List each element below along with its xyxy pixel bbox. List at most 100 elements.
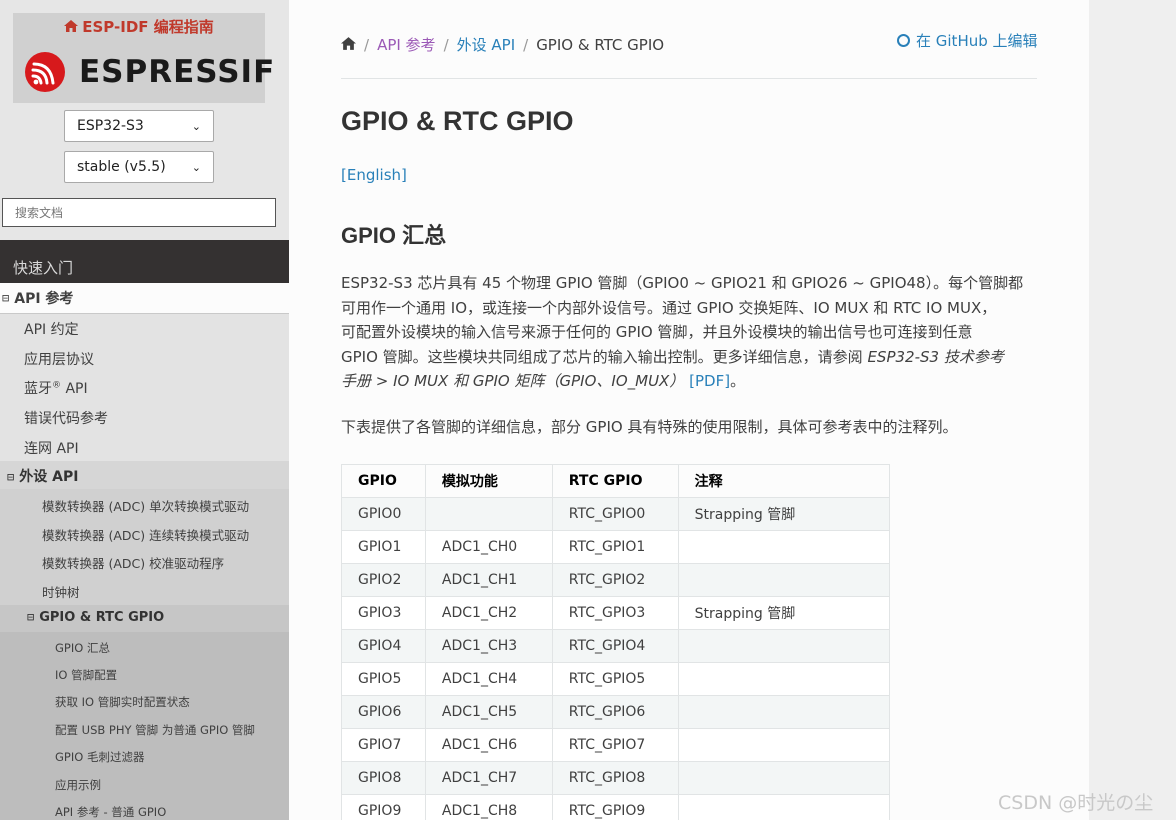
nav-item-label: API 参考 <box>14 291 74 307</box>
paragraph-text: 。 <box>730 372 746 391</box>
brand-title: ESP-IDF 编程指南 <box>82 18 214 36</box>
nav-api-children: API 约定 应用层协议 蓝牙® API 错误代码参考 连网 API <box>0 313 289 461</box>
nav-item-label: 外设 API <box>19 469 79 485</box>
chevron-down-icon: ⌄ <box>191 160 201 174</box>
table-body: GPIO0 RTC_GPIO0 Strapping 管脚 GPIO1 ADC1_CH0… <box>341 497 891 820</box>
table-cell: RTC_GPIO3 <box>551 596 679 630</box>
nav-item-error-codes[interactable]: 错误代码参考 <box>24 408 108 428</box>
nav-item-io-realtime-status[interactable]: 获取 IO 管脚实时配置状态 <box>55 694 190 710</box>
collapse-toggle-icon[interactable]: ⊟ <box>27 610 34 624</box>
target-select[interactable]: ESP32-S3 ⌄ <box>64 110 214 142</box>
table-row: GPIO4 ADC1_CH3 RTC_GPIO4 <box>341 629 891 663</box>
table-cell: ADC1_CH5 <box>424 695 553 729</box>
table-row: GPIO9 ADC1_CH8 RTC_GPIO9 <box>341 794 891 820</box>
nav-peripherals-children: 模数转换器 (ADC) 单次转换模式驱动 模数转换器 (ADC) 连续转换模式驱… <box>0 489 289 605</box>
version-select[interactable]: stable (v5.5) ⌄ <box>64 151 214 183</box>
breadcrumb-separator: / <box>364 35 370 54</box>
table-cell <box>677 530 891 564</box>
table-row: GPIO3 ADC1_CH2 RTC_GPIO3 Strapping 管脚 <box>341 596 891 630</box>
breadcrumb-api-reference[interactable]: API 参考 <box>377 34 436 55</box>
table-cell: RTC_GPIO0 <box>551 497 679 531</box>
nav-item-label: 蓝牙 <box>24 381 52 397</box>
table-cell: GPIO6 <box>341 695 426 729</box>
nav-item-io-config[interactable]: IO 管脚配置 <box>55 667 117 683</box>
table-cell: ADC1_CH7 <box>424 761 553 795</box>
table-cell: RTC_GPIO7 <box>551 728 679 762</box>
paragraph-line: 可配置外设模块的输入信号来源于任何的 GPIO 管脚，并且外设模块的输出信号也可… <box>341 323 973 342</box>
table-cell: GPIO3 <box>341 596 426 630</box>
edit-on-github-label: 在 GitHub 上编辑 <box>916 32 1038 50</box>
table-cell: ADC1_CH2 <box>424 596 553 630</box>
nav-item-label-suffix: API <box>61 381 88 397</box>
table-cell: Strapping 管脚 <box>677 497 891 531</box>
nav-item-clock-tree[interactable]: 时钟树 <box>42 582 80 601</box>
table-cell: GPIO0 <box>341 497 426 531</box>
nav-item-app-protocols[interactable]: 应用层协议 <box>24 349 94 369</box>
nav-item-bluetooth[interactable]: 蓝牙® API <box>24 378 88 398</box>
search-input[interactable]: 搜索文档 <box>2 198 276 227</box>
table-cell: RTC_GPIO2 <box>551 563 679 597</box>
page-title: GPIO & RTC GPIO <box>341 106 574 136</box>
nav-item-gpio-summary[interactable]: GPIO 汇总 <box>55 640 110 656</box>
table-cell: RTC_GPIO8 <box>551 761 679 795</box>
table-cell <box>424 497 553 531</box>
right-gutter <box>1089 0 1176 820</box>
nav-item-api-gpio[interactable]: API 参考 - 普通 GPIO <box>55 804 166 820</box>
nav-item-peripherals[interactable]: ⊟ 外设 API <box>7 466 78 486</box>
edit-on-github-link[interactable]: 在 GitHub 上编辑 <box>897 30 1038 51</box>
collapse-toggle-icon[interactable]: ⊟ <box>2 291 9 305</box>
table-cell: RTC_GPIO5 <box>551 662 679 696</box>
nav-item-adc-oneshot[interactable]: 模数转换器 (ADC) 单次转换模式驱动 <box>42 496 249 515</box>
paragraph-line: ESP32-S3 芯片具有 45 个物理 GPIO 管脚（GPIO0 ~ GPI… <box>341 274 1024 292</box>
table-row: GPIO2 ADC1_CH1 RTC_GPIO2 <box>341 563 891 597</box>
column-header-gpio: GPIO <box>341 464 426 498</box>
table-cell: GPIO1 <box>341 530 426 564</box>
table-cell: Strapping 管脚 <box>677 596 891 630</box>
table-cell <box>677 761 891 795</box>
table-cell: GPIO2 <box>341 563 426 597</box>
nav-item-network-api[interactable]: 连网 API <box>24 438 79 458</box>
version-select-value: stable (v5.5) <box>77 159 166 175</box>
nav-item-api-conventions[interactable]: API 约定 <box>24 319 79 339</box>
nav-item-usb-phy-gpio[interactable]: 配置 USB PHY 管脚 为普通 GPIO 管脚 <box>55 722 255 738</box>
brand-title-link[interactable]: ESP-IDF 编程指南 <box>13 16 265 37</box>
table-cell: ADC1_CH4 <box>424 662 553 696</box>
chevron-down-icon: ⌄ <box>191 119 201 133</box>
table-cell: RTC_GPIO9 <box>551 794 679 820</box>
nav-item-api-reference[interactable]: ⊟ API 参考 <box>0 283 289 313</box>
english-link[interactable]: [English] <box>341 166 407 184</box>
nav-item-glitch-filter[interactable]: GPIO 毛刺过滤器 <box>55 749 144 765</box>
home-icon <box>64 18 79 36</box>
gpio-summary-table: GPIO 模拟功能 RTC GPIO 注释 GPIO0 RTC_GPIO0 Stra… <box>341 464 891 820</box>
table-cell: GPIO9 <box>341 794 426 820</box>
nav-item-gpio[interactable]: ⊟ GPIO & RTC GPIO <box>27 610 164 625</box>
home-icon[interactable] <box>341 36 356 54</box>
target-select-value: ESP32-S3 <box>77 118 144 134</box>
pdf-link[interactable]: [PDF] <box>689 372 730 390</box>
table-cell <box>677 662 891 696</box>
table-cell <box>677 563 891 597</box>
breadcrumb-peripherals[interactable]: 外设 API <box>457 34 516 55</box>
table-cell <box>677 794 891 820</box>
nav-item-adc-continuous[interactable]: 模数转换器 (ADC) 连续转换模式驱动 <box>42 525 249 544</box>
nav-item-label: GPIO & RTC GPIO <box>39 610 165 625</box>
espressif-logo-icon <box>25 52 65 92</box>
nav-item-quick-start[interactable]: 快速入门 <box>13 257 73 278</box>
table-cell <box>677 695 891 729</box>
table-cell: ADC1_CH1 <box>424 563 553 597</box>
espressif-logo[interactable]: ESPRESSIF <box>25 51 275 93</box>
table-cell: GPIO5 <box>341 662 426 696</box>
table-row: GPIO1 ADC1_CH0 RTC_GPIO1 <box>341 530 891 564</box>
table-cell: ADC1_CH0 <box>424 530 553 564</box>
breadcrumb-separator: / <box>523 35 529 54</box>
table-row: GPIO8 ADC1_CH7 RTC_GPIO8 <box>341 761 891 795</box>
collapse-toggle-icon[interactable]: ⊟ <box>7 470 14 484</box>
main-content: / API 参考 / 外设 API / GPIO & RTC GPIO 在 Gi… <box>289 0 1089 820</box>
table-row: GPIO7 ADC1_CH6 RTC_GPIO7 <box>341 728 891 762</box>
registered-mark: ® <box>52 380 61 391</box>
table-row: GPIO5 ADC1_CH4 RTC_GPIO5 <box>341 662 891 696</box>
table-cell: RTC_GPIO6 <box>551 695 679 729</box>
nav-item-adc-calibration[interactable]: 模数转换器 (ADC) 校准驱动程序 <box>42 553 224 572</box>
nav-item-examples[interactable]: 应用示例 <box>55 777 101 793</box>
breadcrumb: / API 参考 / 外设 API / GPIO & RTC GPIO <box>341 34 664 55</box>
